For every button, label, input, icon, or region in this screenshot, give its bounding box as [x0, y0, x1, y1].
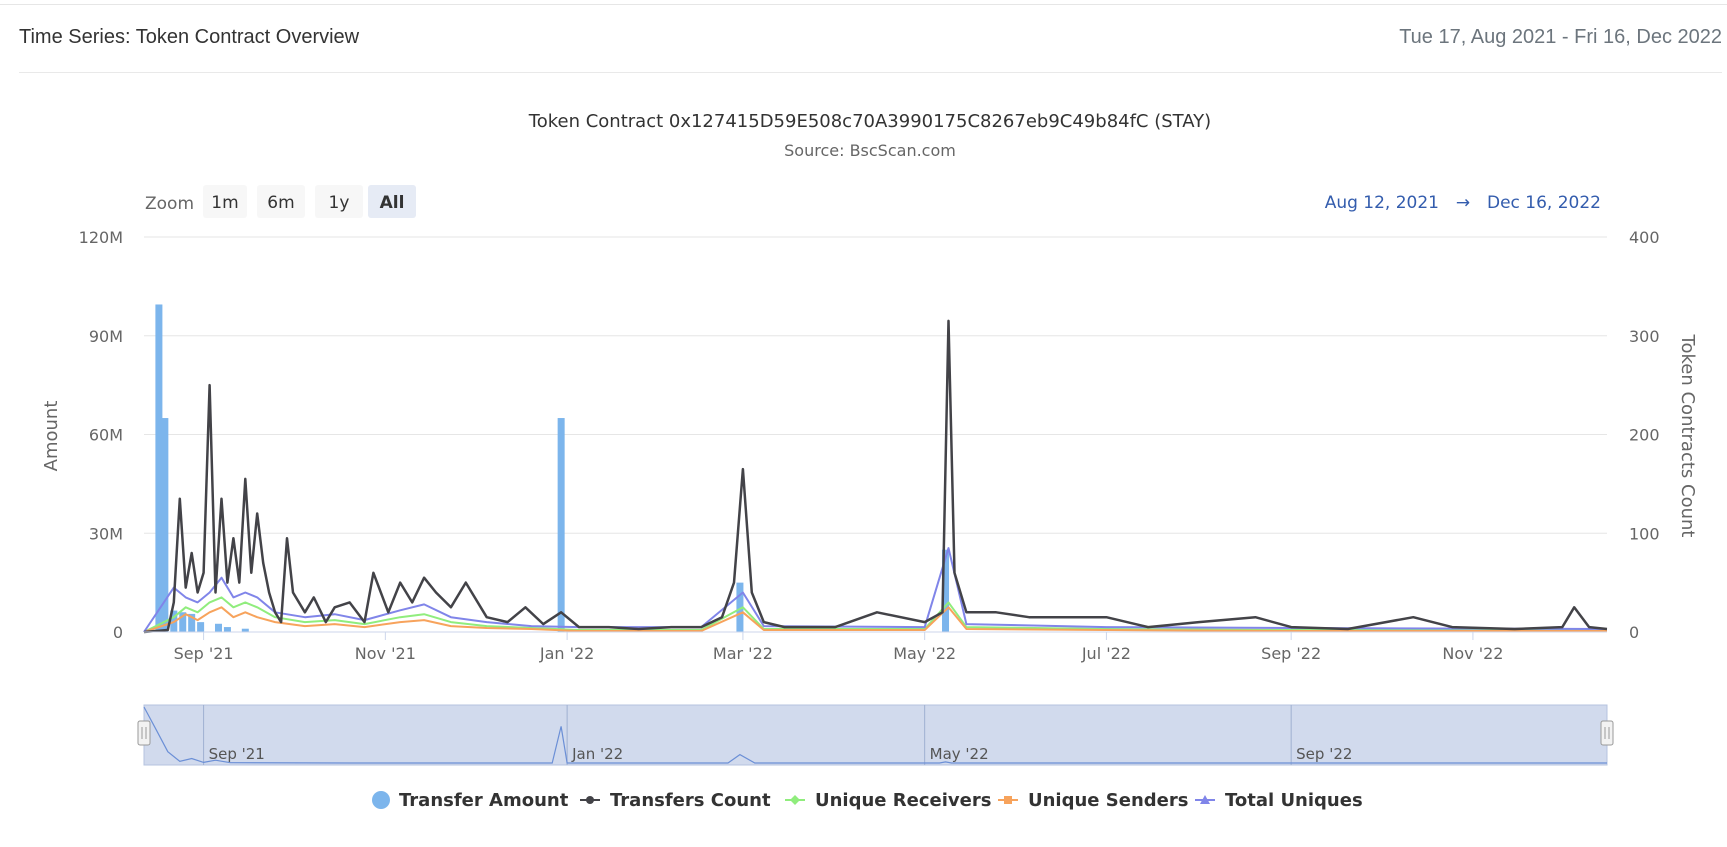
- x-tick-label: Jan '22: [539, 644, 595, 663]
- range-arrow: →: [1456, 193, 1470, 213]
- x-tick-label: May '22: [893, 644, 956, 663]
- legend-label: Unique Senders: [1028, 790, 1188, 811]
- legend-label: Total Uniques: [1225, 790, 1363, 811]
- y-left-tick-label: 30M: [89, 524, 123, 543]
- chart-title: Token Contract 0x127415D59E508c70A399017…: [528, 111, 1211, 132]
- range-from[interactable]: Aug 12, 2021: [1325, 193, 1439, 213]
- legend-label: Transfers Count: [610, 790, 771, 811]
- legend-item-unique-receivers[interactable]: Unique Receivers: [785, 790, 991, 811]
- x-tick-label: Sep '22: [1261, 644, 1321, 663]
- handle-body: [1600, 720, 1614, 746]
- x-axis-ticks: Sep '21 Nov '21 Jan '22 Mar '22 May '22 Jul '…: [174, 632, 1503, 663]
- zoom-button-label: All: [380, 193, 405, 213]
- transfer-amount-bar: [155, 304, 163, 632]
- x-tick-label: Mar '22: [713, 644, 773, 663]
- navigator-tick-label: Sep '22: [1296, 745, 1352, 763]
- legend-label: Unique Receivers: [815, 790, 991, 811]
- legend-label: Transfer Amount: [399, 790, 569, 811]
- y-axis-right-title: Token Contracts Count: [1677, 334, 1698, 538]
- transfer-amount-bar: [197, 622, 205, 632]
- navigator[interactable]: Sep '21 Jan '22 May '22 Sep '22: [137, 704, 1614, 766]
- zoom-button-label: 6m: [267, 193, 294, 213]
- y-right-tick-label: 300: [1629, 327, 1660, 346]
- navigator-tick-label: Jan '22: [571, 745, 623, 763]
- transfer-amount-bar: [223, 627, 231, 632]
- y-left-tick-label: 60M: [89, 426, 123, 445]
- x-tick-label: Jul '22: [1081, 644, 1131, 663]
- chart-subtitle: Source: BscScan.com: [784, 141, 956, 160]
- x-tick-label: Sep '21: [174, 644, 234, 663]
- x-tick-label: Nov '21: [355, 644, 416, 663]
- navigator-handle-left[interactable]: [137, 720, 151, 746]
- legend-symbol: [586, 796, 594, 804]
- zoom-button-label: 1m: [211, 193, 238, 213]
- y-axis-left-ticks: 0 30M 60M 90M 120M: [79, 228, 123, 642]
- gridlines: [144, 236, 1607, 534]
- zoom-button-All[interactable]: All: [368, 185, 416, 218]
- range-to[interactable]: Dec 16, 2022: [1487, 193, 1601, 213]
- transfer-amount-bar: [557, 418, 565, 632]
- x-tick-label: Nov '22: [1442, 644, 1503, 663]
- series-lines: [143, 319, 1608, 634]
- y-axis-left-title: Amount: [41, 401, 62, 472]
- transfer-amount-bar: [214, 623, 222, 632]
- zoom-label: Zoom: [145, 194, 194, 214]
- zoom-button-6m[interactable]: 6m: [257, 185, 305, 218]
- legend-symbol: [790, 795, 800, 805]
- legend: Transfer Amount Transfers Count Unique Rec…: [372, 790, 1363, 811]
- legend-symbol: [1004, 796, 1012, 804]
- navigator-handle-right[interactable]: [1600, 720, 1614, 746]
- y-left-tick-label: 90M: [89, 327, 123, 346]
- transfer-amount-bars: [155, 304, 950, 632]
- legend-symbol: [372, 791, 390, 809]
- zoom-button-1m[interactable]: 1m: [203, 185, 247, 218]
- handle-body: [137, 720, 151, 746]
- time-series-chart: Token Contract 0x127415D59E508c70A399017…: [41, 111, 1698, 811]
- y-right-tick-label: 200: [1629, 426, 1660, 445]
- legend-item-total-uniques[interactable]: Total Uniques: [1195, 790, 1363, 811]
- y-axis-right-ticks: 0 100 200 300 400: [1629, 228, 1660, 642]
- y-left-tick-label: 0: [113, 623, 123, 642]
- zoom-button-1y[interactable]: 1y: [315, 185, 363, 218]
- navigator-tick-label: May '22: [930, 745, 989, 763]
- legend-item-transfer-amount[interactable]: Transfer Amount: [372, 790, 569, 811]
- y-left-tick-label: 120M: [79, 228, 123, 247]
- navigator-selection[interactable]: [143, 704, 1608, 766]
- y-right-tick-label: 400: [1629, 228, 1660, 247]
- legend-item-unique-senders[interactable]: Unique Senders: [998, 790, 1188, 811]
- legend-item-transfers-count[interactable]: Transfers Count: [580, 790, 771, 811]
- y-right-tick-label: 100: [1629, 524, 1660, 543]
- zoom-button-label: 1y: [329, 193, 350, 213]
- transfers-count-line: [143, 319, 1608, 634]
- zoom-button-group: 1m 6m 1y All: [203, 185, 416, 218]
- y-right-tick-label: 0: [1629, 623, 1639, 642]
